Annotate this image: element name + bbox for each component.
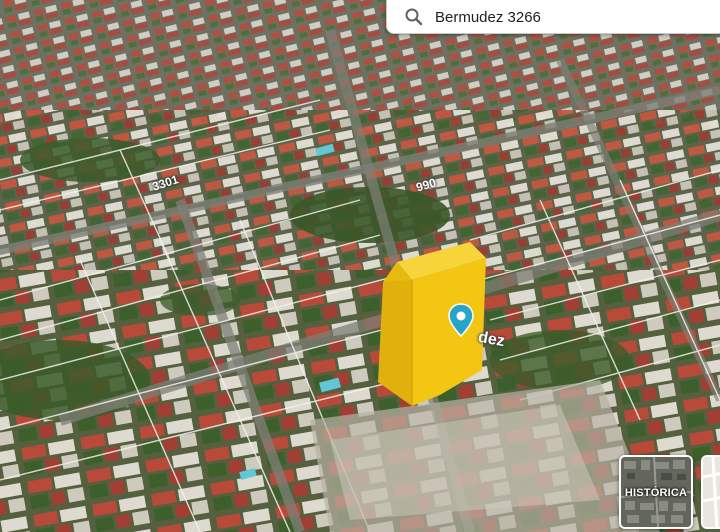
map-layer-button[interactable] — [701, 455, 720, 529]
search-input[interactable] — [435, 8, 695, 26]
search-bar[interactable] — [386, 0, 720, 34]
map-viewport[interactable]: 3301 990 dez — [0, 0, 720, 532]
satellite-imagery — [0, 0, 720, 532]
historic-imagery-button[interactable]: HISTÓRICA — [619, 455, 693, 529]
historic-label: HISTÓRICA — [624, 487, 688, 499]
map-pin-icon[interactable] — [448, 303, 474, 338]
map-layer-thumbnail — [703, 457, 720, 527]
search-icon[interactable] — [401, 4, 427, 30]
